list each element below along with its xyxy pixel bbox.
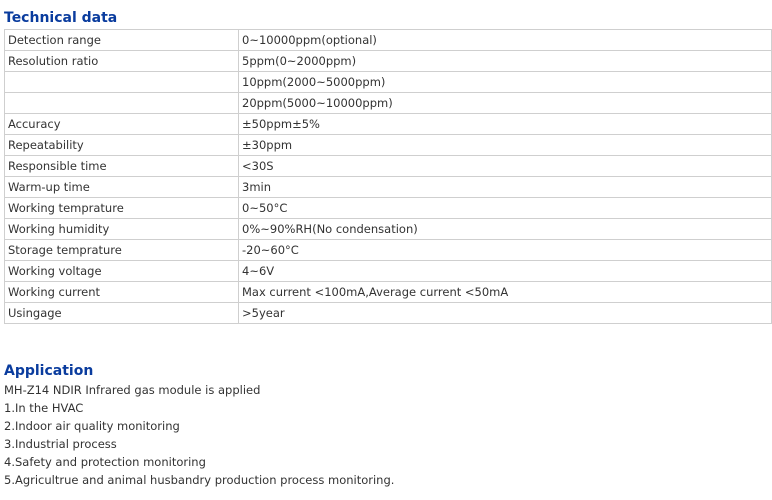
spec-value: -20~60°C xyxy=(238,239,772,261)
table-row: 10ppm(2000~5000ppm) xyxy=(4,71,772,93)
spec-value: 0~10000ppm(optional) xyxy=(238,29,772,51)
spec-label: Resolution ratio xyxy=(4,50,239,72)
table-row: Resolution ratio 5ppm(0~2000ppm) xyxy=(4,50,772,72)
spec-label: Repeatability xyxy=(4,134,239,156)
spec-value: 10ppm(2000~5000ppm) xyxy=(238,71,772,93)
table-row: Working humidity 0%~90%RH(No condensatio… xyxy=(4,218,772,240)
spec-value: 5ppm(0~2000ppm) xyxy=(238,50,772,72)
spec-label: Warm-up time xyxy=(4,176,239,198)
spec-label: Working voltage xyxy=(4,260,239,282)
table-row: 20ppm(5000~10000ppm) xyxy=(4,92,772,114)
spec-label xyxy=(4,71,239,93)
list-item: 5.Agricultrue and animal husbandry produ… xyxy=(4,473,395,487)
list-item: 4.Safety and protection monitoring xyxy=(4,455,206,469)
technical-data-table: Detection range 0~10000ppm(optional) Res… xyxy=(4,29,772,324)
application-intro: MH-Z14 NDIR Infrared gas module is appli… xyxy=(4,383,261,397)
spec-value: <30S xyxy=(238,155,772,177)
spec-label: Working current xyxy=(4,281,239,303)
spec-value: ±50ppm±5% xyxy=(238,113,772,135)
table-row: Warm-up time 3min xyxy=(4,176,772,198)
table-row: Working voltage 4~6V xyxy=(4,260,772,282)
table-row: Detection range 0~10000ppm(optional) xyxy=(4,29,772,51)
list-item: 3.Industrial process xyxy=(4,437,117,451)
spec-label: Accuracy xyxy=(4,113,239,135)
spec-value: ±30ppm xyxy=(238,134,772,156)
table-row: Accuracy ±50ppm±5% xyxy=(4,113,772,135)
spec-value: 3min xyxy=(238,176,772,198)
application-heading: Application xyxy=(4,363,94,379)
technical-data-heading: Technical data xyxy=(4,10,118,26)
table-row: Working temprature 0~50°C xyxy=(4,197,772,219)
spec-value: Max current <100mA,Average current <50mA xyxy=(238,281,772,303)
spec-label: Working humidity xyxy=(4,218,239,240)
spec-label: Storage temprature xyxy=(4,239,239,261)
list-item: 1.In the HVAC xyxy=(4,401,84,415)
spec-value: 20ppm(5000~10000ppm) xyxy=(238,92,772,114)
table-row: Working current Max current <100mA,Avera… xyxy=(4,281,772,303)
application-list: MH-Z14 NDIR Infrared gas module is appli… xyxy=(4,381,394,489)
spec-value: >5year xyxy=(238,302,772,324)
table-row: Usingage >5year xyxy=(4,302,772,324)
spec-label: Working temprature xyxy=(4,197,239,219)
spec-label: Usingage xyxy=(4,302,239,324)
spec-value: 0%~90%RH(No condensation) xyxy=(238,218,772,240)
spec-label: Detection range xyxy=(4,29,239,51)
table-row: Storage temprature -20~60°C xyxy=(4,239,772,261)
spec-label xyxy=(4,92,239,114)
list-item: 2.Indoor air quality monitoring xyxy=(4,419,180,433)
table-row: Repeatability ±30ppm xyxy=(4,134,772,156)
table-row: Responsible time <30S xyxy=(4,155,772,177)
spec-value: 4~6V xyxy=(238,260,772,282)
spec-value: 0~50°C xyxy=(238,197,772,219)
spec-label: Responsible time xyxy=(4,155,239,177)
